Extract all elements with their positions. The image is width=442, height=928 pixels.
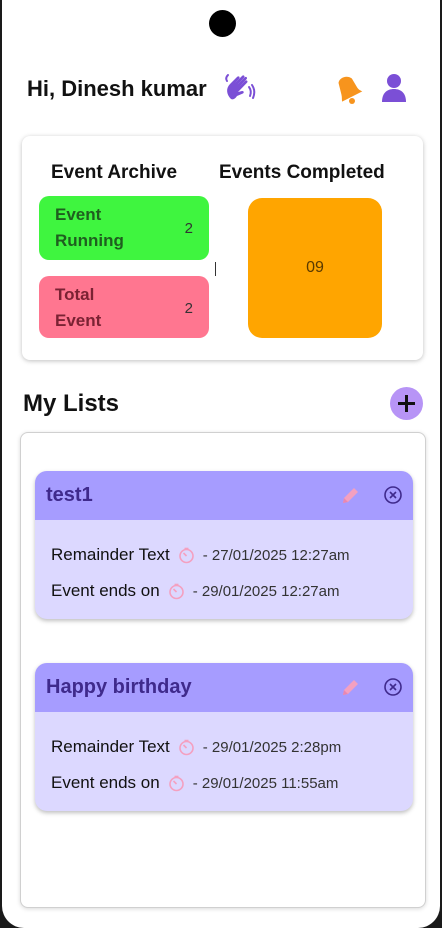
event-running-count: 2 — [184, 220, 193, 237]
ends-datetime: - 29/01/2025 11:55am — [192, 774, 339, 792]
divider-mark — [215, 262, 216, 276]
events-completed-count: 09 — [306, 259, 324, 276]
ends-label: Event ends on — [51, 773, 160, 792]
app-screen: Hi, Dinesh kumar Event Archive Events Co… — [2, 0, 440, 928]
events-completed-box[interactable]: 09 — [248, 198, 382, 338]
event-card-header: test1 — [35, 471, 413, 520]
edit-pencil-icon[interactable] — [341, 678, 360, 697]
ends-label: Event ends on — [51, 581, 160, 600]
event-title: test1 — [46, 484, 93, 506]
total-event-pill[interactable]: Total Event 2 — [39, 276, 209, 338]
ends-row: Event ends on - 29/01/2025 11:55am — [51, 773, 338, 793]
ends-row: Event ends on - 29/01/2025 12:27am — [51, 581, 339, 601]
timer-icon — [178, 547, 194, 563]
greeting-text: Hi, Dinesh kumar — [27, 76, 207, 101]
lists-panel: test1 Remainder Text - 27/01/2025 12:27a… — [20, 432, 426, 908]
event-card[interactable]: test1 Remainder Text - 27/01/2025 12:27a… — [35, 471, 413, 619]
profile-user-icon[interactable] — [380, 73, 408, 103]
timer-icon — [168, 583, 184, 599]
my-lists-title: My Lists — [23, 390, 120, 417]
reminder-row: Remainder Text - 29/01/2025 2:28pm — [51, 737, 341, 757]
delete-close-icon[interactable] — [383, 677, 403, 697]
event-archive-heading: Event Archive — [51, 162, 178, 183]
event-title: Happy birthday — [46, 676, 192, 698]
event-running-label: Event Running — [55, 205, 124, 250]
reminder-datetime: - 27/01/2025 12:27am — [202, 546, 350, 564]
reminder-label: Remainder Text — [51, 737, 170, 756]
reminder-row: Remainder Text - 27/01/2025 12:27am — [51, 545, 350, 565]
waving-hand-icon — [225, 74, 256, 100]
reminder-label: Remainder Text — [51, 545, 170, 564]
total-event-count: 2 — [184, 300, 193, 317]
edit-pencil-icon[interactable] — [341, 486, 360, 505]
timer-icon — [168, 775, 184, 791]
event-card-header: Happy birthday — [35, 663, 413, 712]
ends-datetime: - 29/01/2025 12:27am — [192, 582, 340, 600]
event-stats-card: Event Archive Events Completed Event Run… — [22, 136, 423, 360]
total-event-label: Total Event — [55, 285, 102, 330]
timer-icon — [178, 739, 194, 755]
event-running-pill[interactable]: Event Running 2 — [39, 196, 209, 260]
events-completed-heading: Events Completed — [219, 162, 385, 183]
camera-cutout — [209, 10, 236, 37]
reminder-datetime: - 29/01/2025 2:28pm — [202, 738, 342, 756]
delete-close-icon[interactable] — [383, 485, 403, 505]
event-card[interactable]: Happy birthday Remainder Text - 29/01/20… — [35, 663, 413, 811]
plus-icon — [398, 395, 415, 412]
add-list-button[interactable] — [390, 387, 423, 420]
notification-bell-icon[interactable] — [331, 72, 363, 104]
